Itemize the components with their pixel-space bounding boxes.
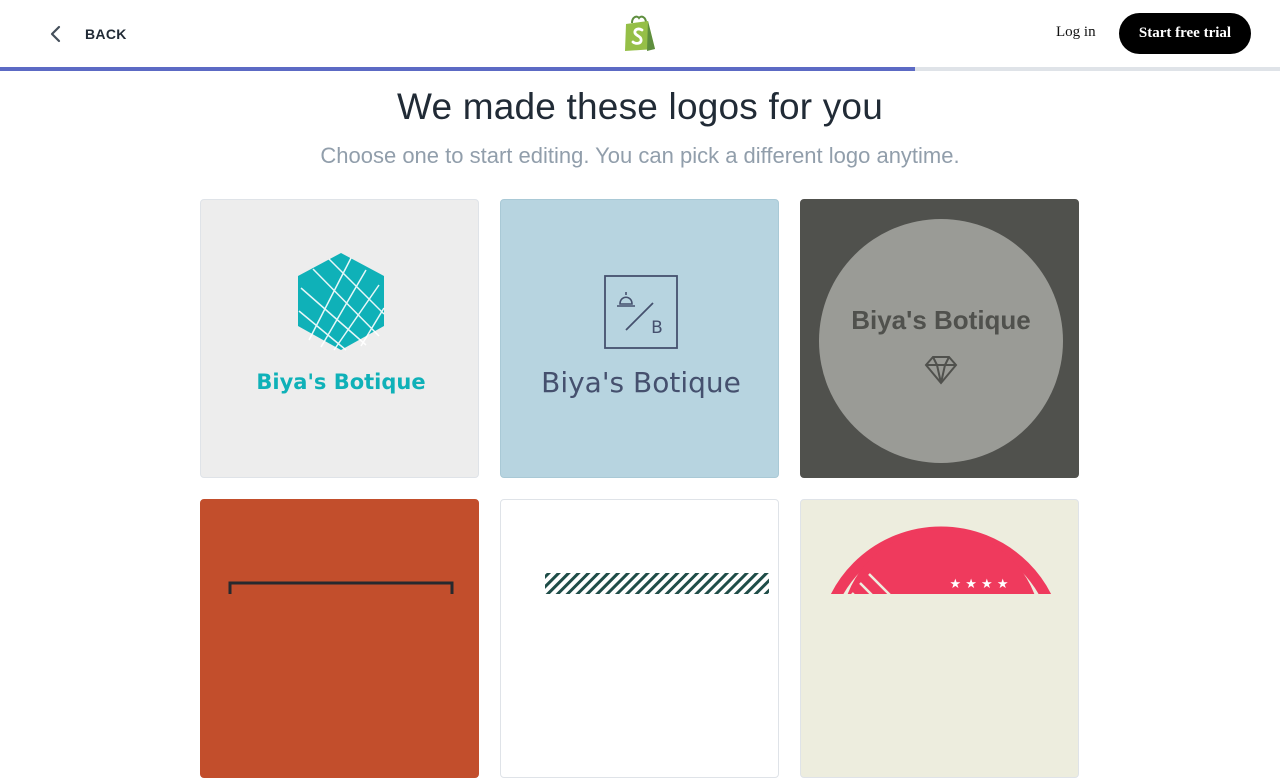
badge-band xyxy=(847,529,1035,594)
logo-preview-red-badge: ★ ★ ★ ★ xyxy=(830,526,1052,594)
badge-circle xyxy=(819,219,1063,463)
page-subtitle: Choose one to start editing. You can pic… xyxy=(320,143,960,168)
logo-2-text: Biya's Botique xyxy=(541,366,741,399)
logo-option-5[interactable] xyxy=(500,499,779,778)
logo-preview-framed-monogram: B Biya's Botique xyxy=(541,275,741,399)
frame-rectangle xyxy=(228,581,454,594)
logo-preview-teal-hexagon: Biya's Botique xyxy=(256,253,426,394)
logo-preview-hatched-band xyxy=(545,573,769,594)
logo-preview-grey-circle: Biya's Botique xyxy=(819,219,1063,463)
progress-bar-fill xyxy=(0,67,916,71)
logo-option-6[interactable]: ★ ★ ★ ★ xyxy=(800,499,1079,778)
logo-option-2[interactable]: B Biya's Botique xyxy=(500,199,779,478)
logo-option-3[interactable]: Biya's Botique xyxy=(800,199,1079,478)
top-bar: BACK Log in Start free trial xyxy=(0,0,1280,68)
shopify-bag-icon[interactable] xyxy=(622,14,658,52)
logo-preview-rectangle-frame xyxy=(228,581,454,594)
monogram-letter: B xyxy=(651,318,663,338)
back-button[interactable]: BACK xyxy=(44,18,127,50)
hat-icon xyxy=(617,292,635,307)
frame-square xyxy=(604,275,678,349)
start-free-trial-button[interactable]: Start free trial xyxy=(1119,13,1251,54)
stars-icon: ★ ★ ★ ★ xyxy=(949,577,1008,592)
hexagon-icon xyxy=(298,253,385,351)
logo-1-text: Biya's Botique xyxy=(256,370,425,394)
back-label: BACK xyxy=(85,26,127,42)
logo-option-4[interactable] xyxy=(200,499,479,778)
page-title: We made these logos for you xyxy=(397,86,883,127)
chevron-left-icon xyxy=(50,25,61,43)
login-link[interactable]: Log in xyxy=(1056,24,1096,41)
hatched-band xyxy=(545,573,769,594)
progress-bar xyxy=(0,67,1280,71)
logo-3-text: Biya's Botique xyxy=(851,305,1031,335)
logo-option-1[interactable]: Biya's Botique xyxy=(200,199,479,478)
